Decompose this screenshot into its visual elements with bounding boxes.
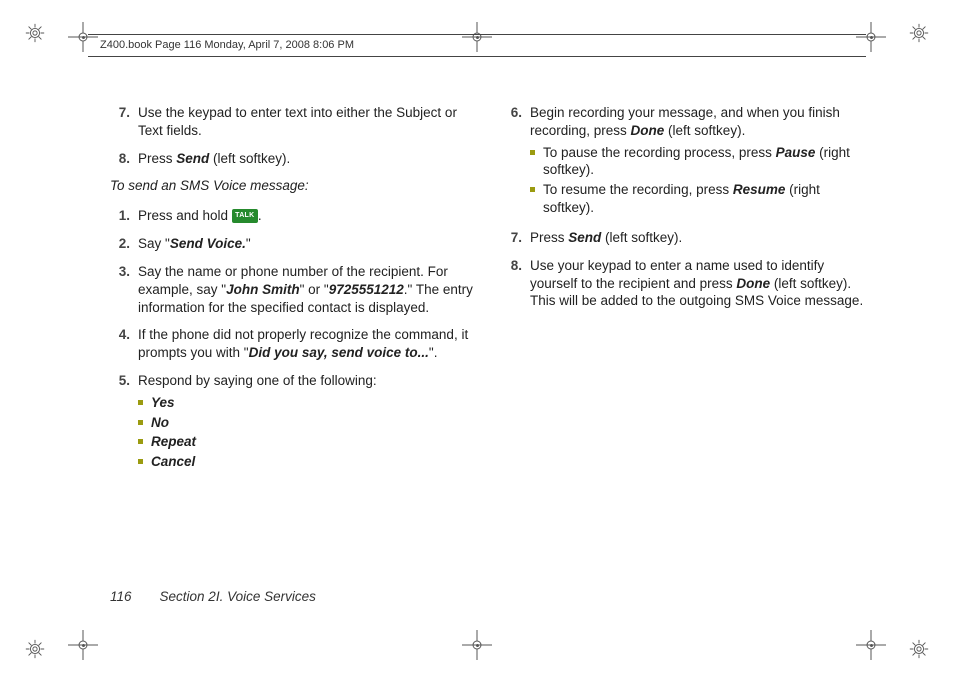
step-text: Say "Send Voice." (138, 235, 474, 253)
bullet-square-icon (138, 459, 143, 464)
step-text: If the phone did not properly recognize … (138, 326, 474, 362)
content-columns: 7.Use the keypad to enter text into eith… (110, 104, 866, 562)
crop-mark-icon (856, 22, 886, 52)
step-item: 8.Use your keypad to enter a name used t… (502, 257, 866, 310)
step-text: Begin recording your message, and when y… (530, 104, 866, 219)
crop-mark-icon (68, 630, 98, 660)
step-text: Use the keypad to enter text into either… (138, 104, 474, 140)
bullet-square-icon (530, 187, 535, 192)
crop-mark-icon (856, 630, 886, 660)
step-text: Say the name or phone number of the reci… (138, 263, 474, 316)
sub-heading: To send an SMS Voice message: (110, 177, 474, 195)
step-number: 2. (110, 235, 130, 253)
left-column: 7.Use the keypad to enter text into eith… (110, 104, 474, 562)
bullet-square-icon (138, 439, 143, 444)
crop-gear-icon (24, 22, 46, 44)
step-list: 7.Use the keypad to enter text into eith… (110, 104, 474, 167)
step-item: 8. Press Send (left softkey). (110, 150, 474, 168)
step-number: 8. (502, 257, 522, 310)
step-number: 5. (110, 372, 130, 473)
crop-mark-icon (462, 22, 492, 52)
page-number: 116 (110, 589, 132, 604)
step-text: Respond by saying one of the following:Y… (138, 372, 474, 473)
section-title: Section 2I. Voice Services (160, 589, 316, 604)
step-list: 1. Press and hold TALK. 2. Say "Send Voice.… (110, 207, 474, 473)
crop-mark-icon (68, 22, 98, 52)
step-text: Use your keypad to enter a name used to … (530, 257, 866, 310)
bullet-square-icon (138, 400, 143, 405)
step-number: 4. (110, 326, 130, 362)
step-item: 1. Press and hold TALK. (110, 207, 474, 225)
step-text: Press Send (left softkey). (530, 229, 866, 247)
step-item: 7. Press Send (left softkey). (502, 229, 866, 247)
step-list: 6.Begin recording your message, and when… (502, 104, 866, 310)
bullet-list: Yes NoRepeat Cancel (138, 394, 474, 471)
bullet-list: To pause the recording process, press Pa… (530, 144, 866, 217)
crop-gear-icon (908, 638, 930, 660)
crop-gear-icon (24, 638, 46, 660)
step-text: Press Send (left softkey). (138, 150, 474, 168)
bullet-square-icon (138, 420, 143, 425)
step-number: 8. (110, 150, 130, 168)
bullet-item: Repeat (138, 433, 474, 451)
page-footer: 116 Section 2I. Voice Services (110, 589, 316, 604)
step-item: 6.Begin recording your message, and when… (502, 104, 866, 219)
step-item: 7.Use the keypad to enter text into eith… (110, 104, 474, 140)
header-rule-bottom (88, 56, 866, 57)
bullet-item: No (138, 414, 474, 432)
crop-mark-icon (462, 630, 492, 660)
step-item: 2. Say "Send Voice." (110, 235, 474, 253)
step-number: 6. (502, 104, 522, 219)
bullet-item: To resume the recording, press Resume (r… (530, 181, 866, 217)
step-item: 4.If the phone did not properly recogniz… (110, 326, 474, 362)
right-column: 6.Begin recording your message, and when… (502, 104, 866, 562)
step-text: Press and hold TALK. (138, 207, 474, 225)
step-number: 1. (110, 207, 130, 225)
crop-gear-icon (908, 22, 930, 44)
step-number: 7. (110, 104, 130, 140)
step-item: 3.Say the name or phone number of the re… (110, 263, 474, 316)
bullet-item: To pause the recording process, press Pa… (530, 144, 866, 180)
bullet-item: Cancel (138, 453, 474, 471)
bullet-square-icon (530, 150, 535, 155)
step-number: 7. (502, 229, 522, 247)
step-number: 3. (110, 263, 130, 316)
talk-key-icon: TALK (232, 209, 258, 223)
page-header-label: Z400.book Page 116 Monday, April 7, 2008… (100, 39, 354, 51)
bullet-item: Yes (138, 394, 474, 412)
header-rule-top (88, 34, 866, 35)
step-item: 5.Respond by saying one of the following… (110, 372, 474, 473)
